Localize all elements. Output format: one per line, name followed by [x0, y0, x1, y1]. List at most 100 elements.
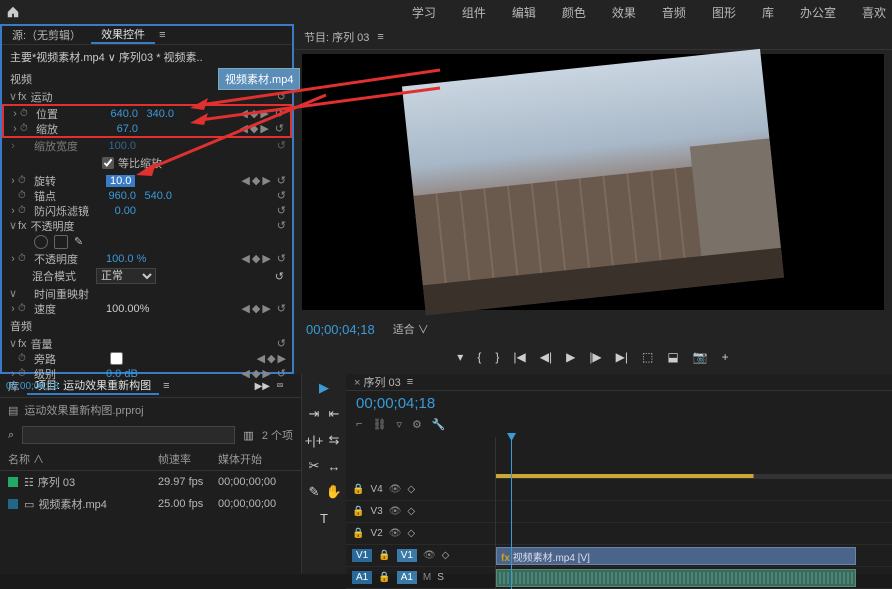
reset-icon[interactable]: ↺: [277, 337, 286, 350]
rolling-edit-icon[interactable]: ⇆: [326, 432, 342, 448]
stopwatch-icon[interactable]: ⏱: [18, 190, 32, 201]
mark-in-icon[interactable]: {: [477, 350, 481, 364]
track-header-v2[interactable]: 🔒V2👁◇: [346, 523, 495, 545]
workspace-graphics[interactable]: 图形: [712, 4, 736, 21]
workspace-office[interactable]: 办公室: [800, 4, 836, 21]
next-keyframe-icon[interactable]: ▶: [278, 352, 286, 365]
reset-icon[interactable]: ↺: [277, 90, 286, 103]
settings-icon[interactable]: ⚙: [412, 418, 422, 431]
opacity-value[interactable]: 100.0 %: [106, 253, 152, 265]
export-frame-icon[interactable]: 📷: [693, 350, 708, 364]
add-keyframe-icon[interactable]: ◆: [252, 367, 260, 380]
fx-opacity-header[interactable]: ∨fx 不透明度 ↺: [2, 218, 292, 233]
timeline-sequence-tab[interactable]: × 序列 03: [354, 374, 401, 390]
blend-mode-select[interactable]: 正常: [96, 268, 156, 284]
anchor-x[interactable]: 960.0: [106, 190, 142, 202]
next-keyframe-icon[interactable]: ▶: [260, 107, 268, 120]
selection-tool-icon[interactable]: ▶: [316, 380, 332, 396]
panel-menu-icon[interactable]: ≡: [159, 29, 165, 41]
ellipse-mask-icon[interactable]: [34, 235, 48, 249]
timeline-timecode[interactable]: 00;00;04;18: [346, 391, 892, 416]
stopwatch-icon[interactable]: ⏱: [20, 108, 34, 119]
pen-mask-icon[interactable]: ✎: [74, 235, 88, 249]
toggle-sync-icon[interactable]: ◇: [442, 550, 450, 561]
uniform-scale-checkbox[interactable]: [102, 157, 114, 169]
prev-keyframe-icon[interactable]: ◀: [241, 252, 249, 265]
track-header-a1[interactable]: A1🔒A1MS: [346, 567, 495, 589]
toggle-sync-icon[interactable]: ◇: [407, 528, 415, 539]
eye-icon[interactable]: 👁: [389, 528, 402, 539]
reset-icon[interactable]: ↺: [275, 122, 284, 135]
program-viewer[interactable]: [302, 54, 884, 310]
export-icon[interactable]: ⮹: [276, 381, 284, 392]
reset-icon[interactable]: ↺: [275, 270, 284, 283]
track-select-fwd-icon[interactable]: ⇥: [306, 406, 322, 422]
extract-icon[interactable]: ⬓: [667, 350, 678, 364]
source-patch-a1[interactable]: A1: [352, 571, 372, 584]
col-name[interactable]: 名称 ∧: [8, 451, 158, 467]
workspace-learn[interactable]: 学习: [412, 4, 436, 21]
lock-icon[interactable]: 🔒: [378, 572, 390, 583]
razor-tool-icon[interactable]: ✂: [306, 458, 322, 474]
marker-icon[interactable]: ▿: [396, 418, 402, 431]
next-keyframe-icon[interactable]: ▶: [262, 174, 270, 187]
panel-menu-icon[interactable]: ≡: [407, 376, 413, 388]
reset-icon[interactable]: ↺: [277, 139, 286, 152]
stopwatch-icon[interactable]: ⏱: [20, 123, 34, 134]
project-item-sequence[interactable]: ☷序列 03 29.97 fps 00;00;00;00: [0, 471, 301, 493]
program-tab[interactable]: 节目: 序列 03: [304, 29, 369, 45]
workspace-assembly[interactable]: 组件: [462, 4, 486, 21]
step-back-icon[interactable]: ◀|: [540, 350, 552, 364]
workspace-color[interactable]: 颜色: [562, 4, 586, 21]
track-header-v4[interactable]: 🔒V4👁◇: [346, 479, 495, 501]
hand-tool-icon[interactable]: ✋: [326, 484, 342, 500]
add-marker-icon[interactable]: ▾: [457, 350, 463, 364]
next-keyframe-icon[interactable]: ▶: [262, 252, 270, 265]
toggle-sync-icon[interactable]: ◇: [407, 484, 415, 495]
speed-value[interactable]: 100.00%: [106, 303, 155, 315]
reset-icon[interactable]: ↺: [277, 174, 286, 187]
anchor-y[interactable]: 540.0: [142, 190, 178, 202]
rect-mask-icon[interactable]: [54, 235, 68, 249]
stopwatch-icon[interactable]: ⏱: [18, 175, 32, 186]
add-keyframe-icon[interactable]: ◆: [250, 122, 258, 135]
reset-icon[interactable]: ↺: [277, 219, 286, 232]
scale-value[interactable]: 67.0: [108, 123, 144, 135]
ripple-edit-icon[interactable]: +|+: [306, 432, 322, 448]
linked-selection-icon[interactable]: ⛓: [372, 418, 386, 431]
level-value[interactable]: 0.0 dB: [106, 368, 144, 380]
prev-keyframe-icon[interactable]: ◀: [257, 352, 265, 365]
prev-keyframe-icon[interactable]: ◀: [241, 367, 249, 380]
stopwatch-icon[interactable]: ⏱: [18, 368, 32, 379]
reset-icon[interactable]: ↺: [277, 204, 286, 217]
stopwatch-icon[interactable]: ⏱: [18, 353, 32, 364]
workspace-audio[interactable]: 音频: [662, 4, 686, 21]
loop-icon[interactable]: ▶▶: [255, 381, 270, 392]
fx-motion-header[interactable]: ∨fx 运动 ↺: [2, 89, 292, 104]
prev-keyframe-icon[interactable]: ◀: [239, 107, 247, 120]
play-icon[interactable]: ▶: [566, 350, 575, 364]
button-editor-icon[interactable]: +: [722, 350, 729, 364]
antiflicker-value[interactable]: 0.00: [106, 205, 142, 217]
go-in-icon[interactable]: |◀: [513, 350, 525, 364]
wrench-icon[interactable]: 🔧: [432, 418, 446, 431]
add-keyframe-icon[interactable]: ◆: [252, 252, 260, 265]
workspace-library[interactable]: 库: [762, 4, 774, 21]
home-icon[interactable]: [6, 5, 20, 19]
mark-out-icon[interactable]: }: [495, 350, 499, 364]
panel-menu-icon[interactable]: ≡: [377, 31, 383, 43]
timeline-track-area[interactable]: fx 视频素材.mp4 [V]: [496, 437, 892, 589]
mute-icon[interactable]: M: [423, 572, 431, 583]
snap-icon[interactable]: ⌐: [356, 418, 362, 431]
add-keyframe-icon[interactable]: ◆: [250, 107, 258, 120]
project-search-input[interactable]: [22, 426, 235, 444]
lock-icon[interactable]: 🔒: [378, 550, 390, 561]
eye-icon[interactable]: 👁: [389, 506, 402, 517]
col-start[interactable]: 媒体开始: [218, 451, 262, 467]
type-tool-icon[interactable]: T: [316, 510, 332, 526]
add-keyframe-icon[interactable]: ◆: [252, 302, 260, 315]
next-keyframe-icon[interactable]: ▶: [262, 367, 270, 380]
track-select-back-icon[interactable]: ⇤: [326, 406, 342, 422]
source-patch-v1[interactable]: V1: [352, 549, 372, 562]
pen-tool-icon[interactable]: ✎: [306, 484, 322, 500]
